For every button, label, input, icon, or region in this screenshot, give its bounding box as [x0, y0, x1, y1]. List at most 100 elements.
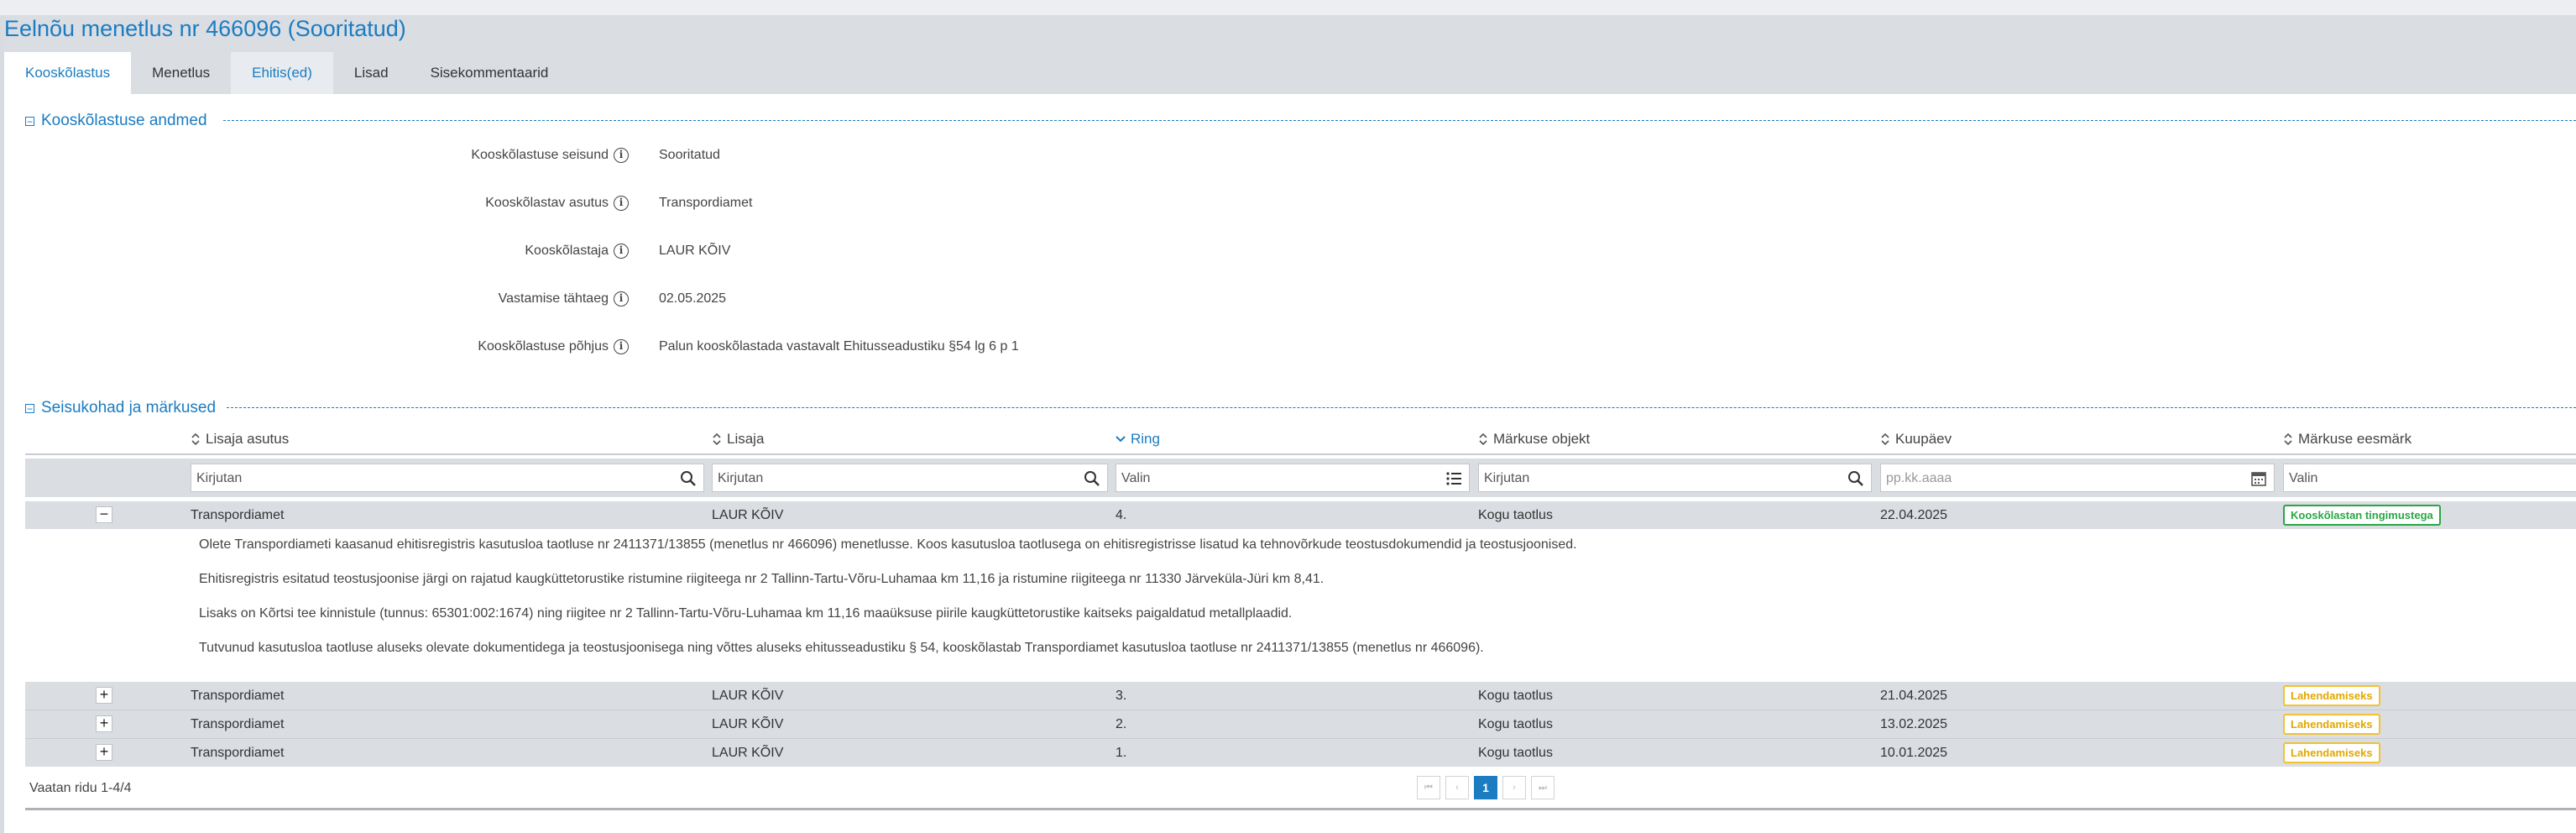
detail-text: Olete Transpordiameti kaasanud ehitisreg… [199, 537, 1577, 552]
sort-icon [191, 432, 201, 447]
tab-kooskolastus[interactable]: Kooskõlastus [4, 52, 132, 94]
tab-bar: Kooskõlastus Menetlus Ehitis(ed) Lisad S… [4, 52, 569, 94]
status-badge: Kooskõlastan tingimustega [2283, 505, 2441, 526]
first-page-button[interactable]: ⏮ [1417, 776, 1440, 799]
status-badge: Lahendamiseks [2283, 742, 2380, 763]
expand-row-button[interactable]: + [96, 687, 112, 704]
left-edge [0, 0, 4, 833]
cell-lisaja: LAUR KÕIV [712, 717, 784, 731]
filter-placeholder: pp.kk.aaaa [1886, 471, 1952, 485]
field-row: Kooskõlastaja i LAUR KÕIV [0, 244, 2576, 265]
last-page-button[interactable]: ⏭ [1531, 776, 1554, 799]
field-label: Kooskõlastuse põhjus [478, 339, 609, 354]
field-value: Sooritatud [659, 148, 720, 162]
status-badge: Lahendamiseks [2283, 685, 2380, 706]
column-label: Lisaja [727, 431, 765, 447]
column-header-kuupaev[interactable]: Kuupäev [1880, 431, 1952, 448]
filter-lisaja[interactable]: Kirjutan [712, 464, 1108, 492]
current-page-button[interactable]: 1 [1474, 776, 1497, 799]
collapse-toggle[interactable]: − [25, 403, 34, 414]
cell-objekt: Kogu taotlus [1478, 746, 1553, 760]
field-row: Kooskõlastuse seisund i Sooritatud [0, 148, 2576, 170]
column-header-ring[interactable]: Ring [1116, 431, 1160, 448]
tab-lisad[interactable]: Lisad [333, 52, 410, 94]
cell-ring: 4. [1116, 508, 1127, 522]
cell-objekt: Kogu taotlus [1478, 717, 1553, 731]
table-row[interactable]: − Transpordiamet LAUR KÕIV 4. Kogu taotl… [25, 501, 2576, 529]
search-icon[interactable] [1084, 470, 1100, 487]
prev-page-button[interactable]: ‹ [1445, 776, 1469, 799]
info-icon[interactable]: i [614, 291, 629, 306]
tab-sisekommentaarid[interactable]: Sisekommentaarid [410, 52, 570, 94]
info-icon[interactable]: i [614, 244, 629, 259]
sort-icon [2283, 432, 2293, 447]
search-icon[interactable] [1847, 470, 1864, 487]
info-icon[interactable]: i [614, 196, 629, 211]
field-value: Palun kooskõlastada vastavalt Ehitussead… [659, 339, 1019, 354]
detail-text: Ehitisregistris esitatud teostusjoonise … [199, 572, 1325, 586]
section-divider [227, 407, 2576, 408]
field-row: Vastamise tähtaeg i 02.05.2025 [0, 291, 2576, 313]
cell-lisaja: LAUR KÕIV [712, 508, 784, 522]
pagination: ⏮ ‹ 1 › ⏭ [1417, 776, 1554, 799]
sort-icon [1478, 432, 1488, 447]
grid-footer: Vaatan ridu 1-4/4 ⏮ ‹ 1 › ⏭ [25, 769, 2576, 808]
list-icon[interactable] [1445, 470, 1462, 487]
table-row[interactable]: + Transpordiamet LAUR KÕIV 1. Kogu taotl… [25, 739, 2576, 767]
grid-header: Lisaja asutus Lisaja Ring Märkuse objekt… [25, 427, 2576, 455]
table-row[interactable]: + Transpordiamet LAUR KÕIV 2. Kogu taotl… [25, 710, 2576, 739]
cell-kuupaev: 10.01.2025 [1880, 746, 1948, 760]
filter-placeholder: Kirjutan [196, 471, 243, 485]
page-title: Eelnõu menetlus nr 466096 (Sooritatud) [4, 16, 406, 41]
cell-lisaja: LAUR KÕIV [712, 746, 784, 760]
column-label: Lisaja asutus [206, 431, 290, 447]
column-header-lisaja[interactable]: Lisaja [712, 431, 764, 448]
section-kooskolastuse-andmed: − Kooskõlastuse andmed [25, 111, 2576, 131]
field-row: Kooskõlastav asutus i Transpordiamet [0, 196, 2576, 217]
filter-placeholder: Kirjutan [1484, 471, 1530, 485]
field-label: Kooskõlastaja [525, 244, 609, 258]
column-header-lisaja-asutus[interactable]: Lisaja asutus [191, 431, 289, 448]
filter-lisaja-asutus[interactable]: Kirjutan [191, 464, 704, 492]
column-label: Ring [1131, 431, 1160, 447]
column-label: Märkuse eesmärk [2298, 431, 2412, 447]
cell-objekt: Kogu taotlus [1478, 689, 1553, 703]
collapse-row-button[interactable]: − [96, 506, 112, 523]
status-badge: Lahendamiseks [2283, 714, 2380, 735]
filter-row: Kirjutan Kirjutan Valin Kirjutan pp.kk.a… [25, 458, 2576, 497]
cell-lisaja: LAUR KÕIV [712, 689, 784, 703]
tab-menetlus[interactable]: Menetlus [131, 52, 231, 94]
cell-kuupaev: 13.02.2025 [1880, 717, 1948, 731]
tab-ehitised[interactable]: Ehitis(ed) [231, 52, 333, 94]
filter-ring[interactable]: Valin [1116, 464, 1470, 492]
field-value: 02.05.2025 [659, 291, 727, 306]
collapse-toggle[interactable]: − [25, 116, 34, 127]
field-label: Vastamise tähtaeg [498, 291, 609, 306]
cell-kuupaev: 21.04.2025 [1880, 689, 1948, 703]
cell-kuupaev: 22.04.2025 [1880, 508, 1948, 522]
expand-row-button[interactable]: + [96, 744, 112, 761]
cell-ring: 2. [1116, 717, 1127, 731]
info-icon[interactable]: i [614, 339, 629, 354]
search-icon[interactable] [680, 470, 697, 487]
filter-kuupaev[interactable]: pp.kk.aaaa [1880, 464, 2275, 492]
detail-text: Lisaks on Kõrtsi tee kinnistule (tunnus:… [199, 606, 1293, 621]
next-page-button[interactable]: › [1502, 776, 1526, 799]
expand-row-button[interactable]: + [96, 715, 112, 732]
calendar-icon[interactable] [2250, 470, 2267, 487]
column-label: Märkuse objekt [1493, 431, 1591, 447]
chevron-down-icon [1116, 432, 1126, 447]
column-header-markuse-objekt[interactable]: Märkuse objekt [1478, 431, 1590, 448]
info-icon[interactable]: i [614, 148, 629, 163]
column-header-markuse-eesmark[interactable]: Märkuse eesmärk [2283, 431, 2411, 448]
filter-markuse-eesmark[interactable]: Valin [2283, 464, 2576, 492]
cell-asutus: Transpordiamet [191, 508, 285, 522]
filter-markuse-objekt[interactable]: Kirjutan [1478, 464, 1872, 492]
table-row[interactable]: + Transpordiamet LAUR KÕIV 3. Kogu taotl… [25, 682, 2576, 710]
cell-asutus: Transpordiamet [191, 689, 285, 703]
section-seisukohad: − Seisukohad ja märkused [25, 398, 2576, 418]
grid-bottom-border [25, 808, 2576, 810]
sort-icon [712, 432, 722, 447]
row-detail: Olete Transpordiameti kaasanud ehitisreg… [25, 532, 2576, 682]
top-bar [0, 0, 2576, 15]
